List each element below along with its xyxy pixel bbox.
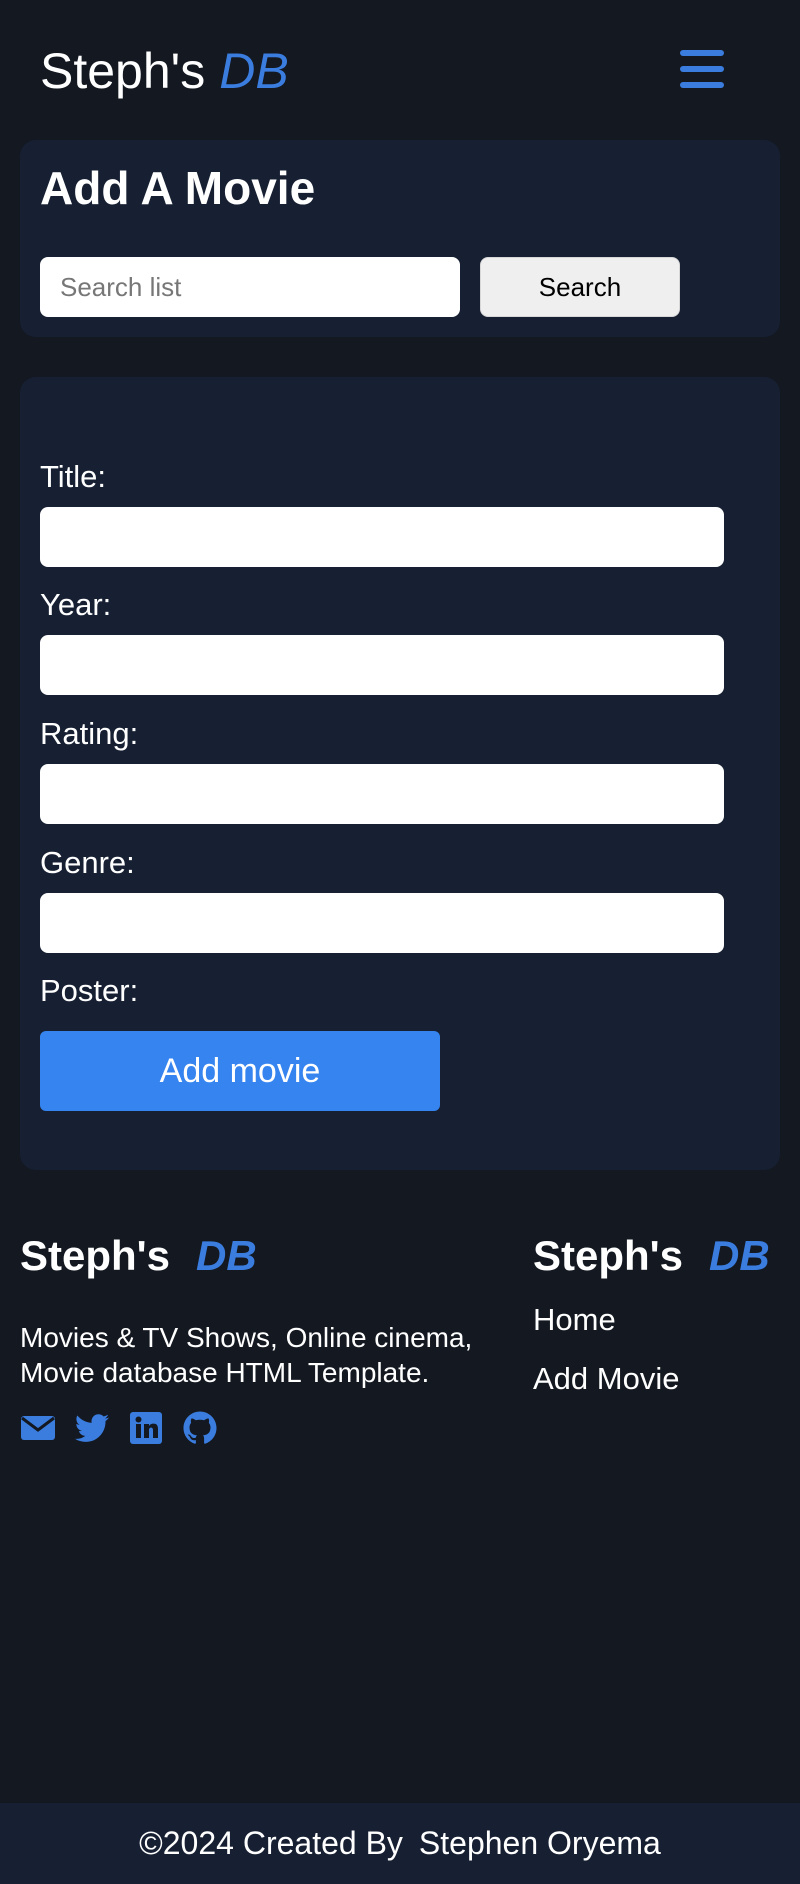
footer-nav-brand: Steph's DB (533, 1230, 770, 1282)
rating-field[interactable] (40, 764, 724, 824)
search-card: Add A Movie Search (20, 140, 780, 337)
site-header: Steph's DB (0, 0, 800, 140)
footer-nav-brand-accent: DB (709, 1232, 770, 1279)
year-field[interactable] (40, 635, 724, 695)
envelope-icon[interactable] (20, 1410, 56, 1446)
copyright-text: ©2024 Created By (139, 1825, 403, 1861)
page-title: Add A Movie (40, 162, 316, 214)
footer-link-add-movie[interactable]: Add Movie (533, 1359, 679, 1399)
hamburger-line (680, 82, 724, 88)
page: Steph'sDB Add A Movie Search Title: Year… (0, 0, 800, 1884)
footer-brand-accent: DB (196, 1232, 257, 1279)
author-name: Stephen Oryema (418, 1825, 661, 1861)
brand-accent-text: DB (219, 43, 289, 99)
linkedin-icon[interactable] (128, 1410, 164, 1446)
genre-label: Genre: (40, 845, 135, 880)
copyright-bar: ©2024 Created By Stephen Oryema (0, 1803, 800, 1884)
year-label: Year: (40, 587, 112, 622)
title-field[interactable] (40, 507, 724, 567)
twitter-icon[interactable] (74, 1410, 110, 1446)
github-icon[interactable] (182, 1410, 218, 1446)
add-movie-form: Title: Year: Rating: Genre: Poster: Add … (20, 377, 780, 1170)
rating-label: Rating: (40, 716, 139, 751)
footer-link-home[interactable]: Home (533, 1300, 616, 1340)
genre-field[interactable] (40, 893, 724, 953)
hamburger-icon[interactable] (680, 50, 724, 88)
footer-description: Movies & TV Shows, Online cinema, Movie … (20, 1322, 473, 1388)
poster-label: Poster: (40, 973, 139, 1008)
add-movie-button[interactable]: Add movie (40, 1031, 440, 1111)
brand-logo[interactable]: Steph's DB (40, 38, 289, 104)
search-input[interactable] (40, 257, 460, 317)
footer-brand-main: Steph's (20, 1232, 171, 1279)
hamburger-line (680, 50, 724, 56)
search-button[interactable]: Search (480, 257, 680, 317)
footer-nav-brand-main: Steph's (533, 1232, 684, 1279)
title-label: Title: (40, 459, 107, 494)
footer-brand: Steph's DB (20, 1230, 257, 1282)
hamburger-line (680, 66, 724, 72)
brand-main-text: Steph's (40, 43, 206, 99)
